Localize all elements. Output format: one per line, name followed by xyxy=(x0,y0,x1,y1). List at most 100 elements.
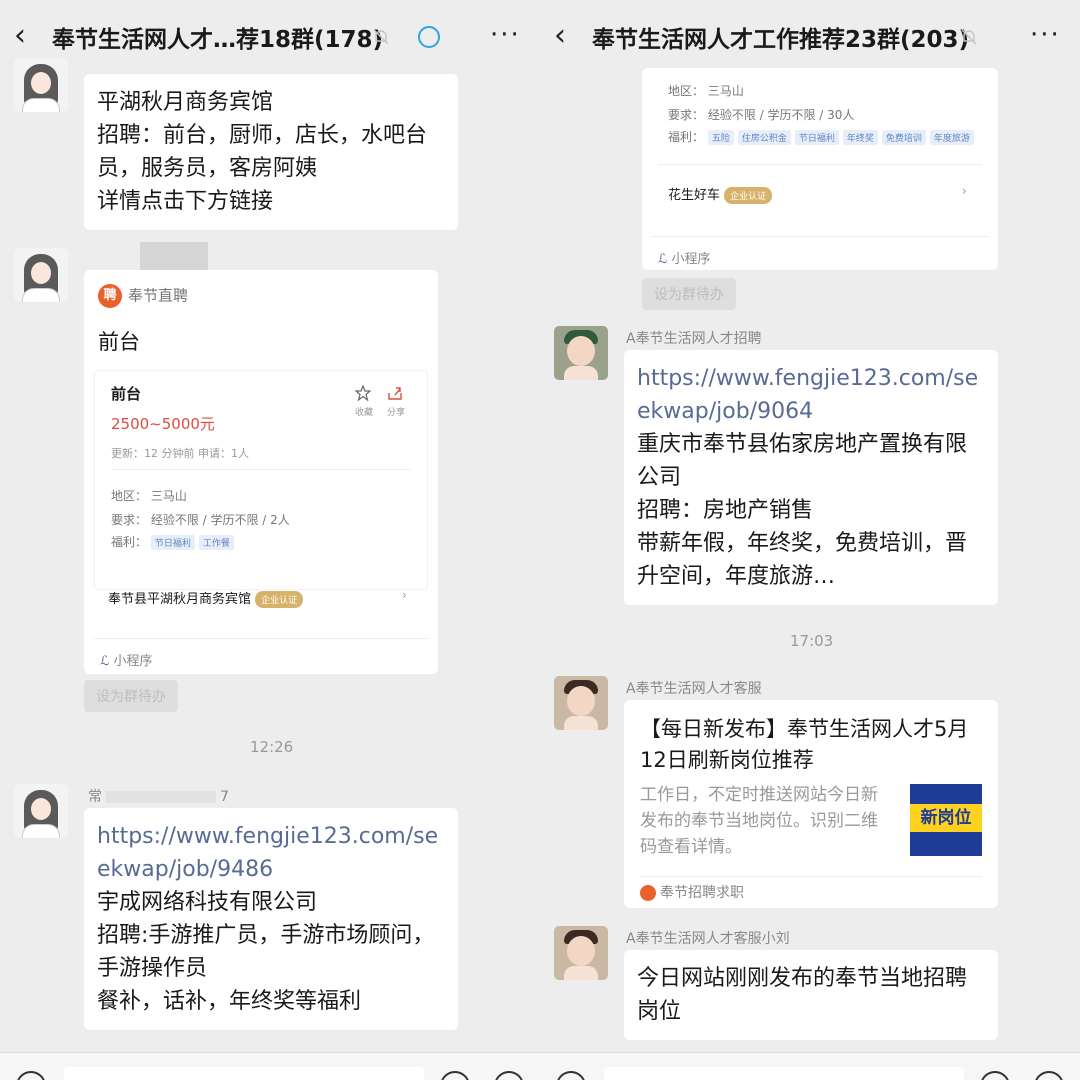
area: 地区： 三马山 xyxy=(111,489,187,503)
company-name: 奉节县平湖秋月商务宾馆 xyxy=(108,592,252,607)
message-bubble[interactable]: https://www.fengjie123.com/seekwap/job/9… xyxy=(84,808,458,1030)
article-card[interactable]: 【每日新发布】奉节生活网人才5月12日刷新岗位推荐 工作日，不定时推送网站今日新… xyxy=(624,700,998,908)
message-bubble[interactable]: 今日网站刚刚发布的奉节当地招聘岗位 xyxy=(624,950,998,1040)
article-description: 工作日，不定时推送网站今日新发布的奉节当地岗位。识别二维码查看详情。 xyxy=(640,785,878,857)
chat-title: 奉节生活网人才…荐18群(178) xyxy=(52,27,384,53)
sender-name-end: 7 xyxy=(220,789,229,805)
mini-program-card[interactable]: 地区： 三马山 要求： 经验不限 / 学历不限 / 30人 福利： 五险 住房公积… xyxy=(642,68,998,270)
message-line: 带薪年假，年终奖，免费培训，晋 xyxy=(637,531,968,556)
avatar[interactable] xyxy=(14,784,68,838)
sender-name: 常7 xyxy=(88,786,229,806)
chat-header: ‹ 奉节生活网人才工作推荐23群(203) ··· xyxy=(540,0,1080,72)
plus-icon[interactable] xyxy=(1034,1071,1064,1080)
avatar[interactable] xyxy=(554,676,608,730)
set-group-todo-button[interactable]: 设为群待办 xyxy=(84,680,178,712)
welfare: 福利： 节日福利 工作餐 xyxy=(111,533,238,550)
message-line: 公司 xyxy=(637,465,682,490)
area: 地区： 三马山 xyxy=(668,84,744,98)
mini-program-source: 聘奉节直聘 xyxy=(98,284,188,308)
avatar[interactable] xyxy=(554,326,608,380)
certified-badge: 企业认证 xyxy=(724,187,773,204)
welfare-tag: 免费培训 xyxy=(881,130,926,145)
welfare-tag: 住房公积金 xyxy=(737,130,791,145)
requirements: 要求： 经验不限 / 学历不限 / 30人 xyxy=(668,108,855,122)
mute-bell-icon xyxy=(373,29,389,45)
message-line: 重庆市奉节县佑家房地产置换有限 xyxy=(637,432,968,457)
card-preview: 前台 2500~5000元 收藏 分享 更新：12 分钟前 申请：1人 地区： … xyxy=(94,370,428,590)
mini-program-card[interactable]: 聘奉节直聘 前台 前台 2500~5000元 收藏 分享 更新：12 分钟前 申… xyxy=(84,270,438,674)
article-source-name: 奉节招聘求职 xyxy=(660,885,744,901)
mini-program-icon: ℒ xyxy=(658,252,668,267)
welfare: 福利： 五险 住房公积金 节日福利 年终奖 免费培训 年度旅游 xyxy=(668,128,978,145)
message-line: 升空间，年度旅游… xyxy=(637,564,836,589)
job-title: 前台 xyxy=(111,385,142,403)
welfare-tag: 工作餐 xyxy=(198,535,234,550)
company-row: 奉节县平湖秋月商务宾馆 企业认证 xyxy=(108,588,304,608)
mini-program-label: 小程序 xyxy=(113,654,153,669)
chevron-right-icon: › xyxy=(962,184,967,198)
divider xyxy=(94,638,428,639)
right-chat-pane: ‹ 奉节生活网人才工作推荐23群(203) ··· 地区： 三马山 要求： 经验… xyxy=(540,0,1080,1080)
welfare-tag: 年度旅游 xyxy=(929,130,974,145)
avatar[interactable] xyxy=(14,248,68,302)
divider xyxy=(640,876,982,877)
sender-name-start: 常 xyxy=(88,789,102,805)
message-line: 招聘：房地产销售 xyxy=(637,498,814,523)
message-line: 招聘:手游推广员，手游市场顾问， xyxy=(97,923,435,948)
mini-program-label: 小程序 xyxy=(671,252,711,267)
chat-header: ‹ 奉节生活网人才…荐18群(178) ··· xyxy=(0,0,540,72)
share-label: 分享 xyxy=(387,408,406,418)
input-toolbar xyxy=(0,1052,1080,1080)
divider xyxy=(652,236,988,237)
certified-badge: 企业认证 xyxy=(255,591,304,608)
sender-name: A奉节生活网人才客服小刘 xyxy=(626,931,790,947)
message-input[interactable] xyxy=(604,1067,964,1080)
job-link[interactable]: https://www.fengjie123.com/seekwap/job/9… xyxy=(637,362,985,428)
message-line: 详情点击下方链接 xyxy=(97,189,274,214)
more-options-icon[interactable]: ··· xyxy=(490,20,521,50)
voice-icon[interactable] xyxy=(556,1071,586,1080)
voice-icon[interactable] xyxy=(16,1071,46,1080)
update-meta: 更新：12 分钟前 申请：1人 xyxy=(111,447,249,460)
more-options-icon[interactable]: ··· xyxy=(1030,20,1061,50)
emoji-icon[interactable] xyxy=(440,1071,470,1080)
avatar[interactable] xyxy=(14,58,68,112)
mini-program-icon: ℒ xyxy=(100,654,110,669)
message-input[interactable] xyxy=(64,1067,424,1080)
message-bubble[interactable]: 平湖秋月商务宾馆 招聘：前台，厨师，店长，水吧台 员，服务员，客房阿姨 详情点击… xyxy=(84,74,458,230)
loading-ring-icon xyxy=(418,26,440,48)
mini-program-footer: ℒ 小程序 xyxy=(100,650,153,669)
sender-name: A奉节生活网人才招聘 xyxy=(626,331,762,347)
welfare-label: 福利： xyxy=(668,130,705,144)
plus-icon[interactable] xyxy=(494,1071,524,1080)
job-link[interactable]: https://www.fengjie123.com/seekwap/job/9… xyxy=(97,820,445,886)
source-logo-icon xyxy=(640,885,656,901)
welfare-label: 福利： xyxy=(111,535,148,549)
divider xyxy=(658,164,982,165)
company-row: 花生好车 企业认证 xyxy=(668,184,773,204)
mini-program-footer: ℒ 小程序 xyxy=(658,248,711,267)
share-icon xyxy=(388,387,402,400)
welfare-tag: 节日福利 xyxy=(794,130,839,145)
emoji-icon[interactable] xyxy=(980,1071,1010,1080)
chat-title: 奉节生活网人才工作推荐23群(203) xyxy=(592,27,970,53)
zhipin-logo-icon: 聘 xyxy=(98,284,122,308)
back-icon[interactable]: ‹ xyxy=(554,21,578,51)
timestamp: 17:03 xyxy=(790,632,834,650)
avatar[interactable] xyxy=(554,926,608,980)
message-bubble[interactable]: https://www.fengjie123.com/seekwap/job/9… xyxy=(624,350,998,605)
timestamp: 12:26 xyxy=(250,738,294,756)
set-group-todo-button[interactable]: 设为群待办 xyxy=(642,278,736,310)
message-line: 宇成网络科技有限公司 xyxy=(97,890,318,915)
message-line: 员，服务员，客房阿姨 xyxy=(97,156,318,181)
welfare-tag: 节日福利 xyxy=(150,535,195,550)
message-line: 餐补，话补，年终奖等福利 xyxy=(97,989,362,1014)
left-chat-pane: ‹ 奉节生活网人才…荐18群(178) ··· 平湖秋月商务宾馆 招聘：前台，厨… xyxy=(0,0,540,1080)
message-line: 手游操作员 xyxy=(97,956,208,981)
back-icon[interactable]: ‹ xyxy=(14,21,38,51)
requirements: 要求： 经验不限 / 学历不限 / 2人 xyxy=(111,513,290,527)
article-source: 奉节招聘求职 xyxy=(640,882,744,902)
sender-name: A奉节生活网人才客服 xyxy=(626,681,762,697)
message-text: 今日网站刚刚发布的奉节当地招聘岗位 xyxy=(637,966,968,1024)
card-title: 前台 xyxy=(98,330,140,354)
